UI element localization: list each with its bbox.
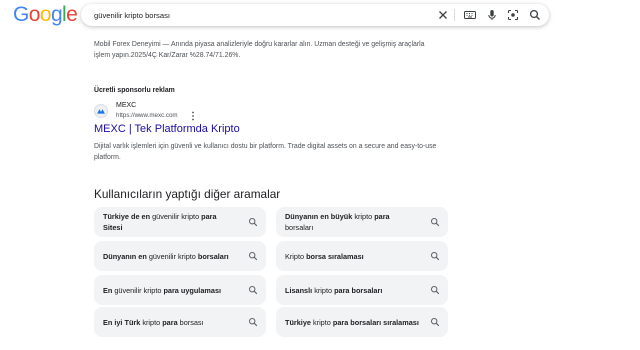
search-icon [430, 317, 440, 327]
related-search-chip[interactable]: Dünyanın en güvenilir kripto borsaları [94, 241, 266, 271]
search-box-divider [454, 9, 455, 21]
logo-letter: o [28, 3, 41, 26]
related-search-chip[interactable]: Dünyanın en büyük kripto para borsaları [276, 207, 448, 237]
search-icon [248, 251, 258, 261]
search-box[interactable] [81, 4, 549, 26]
ad-site-url[interactable]: https://www.mexc.com [116, 112, 178, 119]
related-search-chip[interactable]: En güvenilir kripto para uygulaması [94, 275, 266, 305]
related-search-text: Dünyanın en büyük kripto para borsaları [285, 212, 390, 232]
search-icon [430, 285, 440, 295]
related-search-text: En güvenilir kripto para uygulaması [103, 285, 222, 295]
logo-letter: G [13, 3, 29, 26]
microphone-icon[interactable] [485, 8, 499, 22]
related-search-text: Türkiye de en güvenilir kripto para Site… [103, 212, 217, 232]
search-icon [248, 285, 258, 295]
logo-letter: g [50, 3, 63, 26]
more-options-icon[interactable] [190, 111, 196, 121]
top-ad-description: Mobil Forex Deneyimi — Anında piyasa ana… [94, 41, 425, 59]
search-icon [430, 251, 440, 261]
related-search-chip[interactable]: Türkiye de en güvenilir kripto para Site… [94, 207, 266, 237]
related-search-chip[interactable]: Türkiye kripto para borsaları sıralaması [276, 307, 448, 337]
ad-title-link[interactable]: MEXC | Tek Platformda Kripto [94, 123, 240, 135]
logo-letter: e [66, 3, 78, 26]
related-search-text: Dünyanın en güvenilir kripto borsaları [103, 251, 229, 261]
search-icon [248, 217, 258, 227]
search-icon[interactable] [528, 8, 542, 22]
mexc-logo-icon [97, 109, 105, 114]
related-search-text: Kripto borsa sıralaması [285, 251, 364, 261]
keyboard-icon[interactable] [463, 8, 477, 22]
ad-description: Dijital varlık işlemleri için güvenli ve… [94, 143, 437, 161]
search-header: Google [0, 0, 640, 30]
search-icon [430, 217, 440, 227]
related-search-text: Lisanslı kripto para borsaları [285, 285, 383, 295]
logo-letter: o [39, 3, 52, 26]
related-search-chip[interactable]: Lisanslı kripto para borsaları [276, 275, 448, 305]
related-search-chip[interactable]: En iyi Türk kripto para borsası [94, 307, 266, 337]
ad-site-name[interactable]: MEXC [116, 102, 136, 109]
google-logo[interactable]: Google [13, 3, 78, 26]
camera-lens-icon[interactable] [506, 8, 520, 22]
related-search-text: Türkiye kripto para borsaları sıralaması [285, 317, 419, 327]
related-search-text: En iyi Türk kripto para borsası [103, 317, 204, 327]
site-favicon[interactable] [94, 104, 108, 118]
related-searches-title: Kullanıcıların yaptığı diğer aramalar [94, 187, 281, 201]
related-search-chip[interactable]: Kripto borsa sıralaması [276, 241, 448, 271]
sponsored-label: Ücretli sponsorlu reklam [94, 87, 175, 94]
close-icon[interactable] [436, 8, 450, 22]
search-icon [248, 317, 258, 327]
search-input[interactable] [94, 7, 424, 23]
